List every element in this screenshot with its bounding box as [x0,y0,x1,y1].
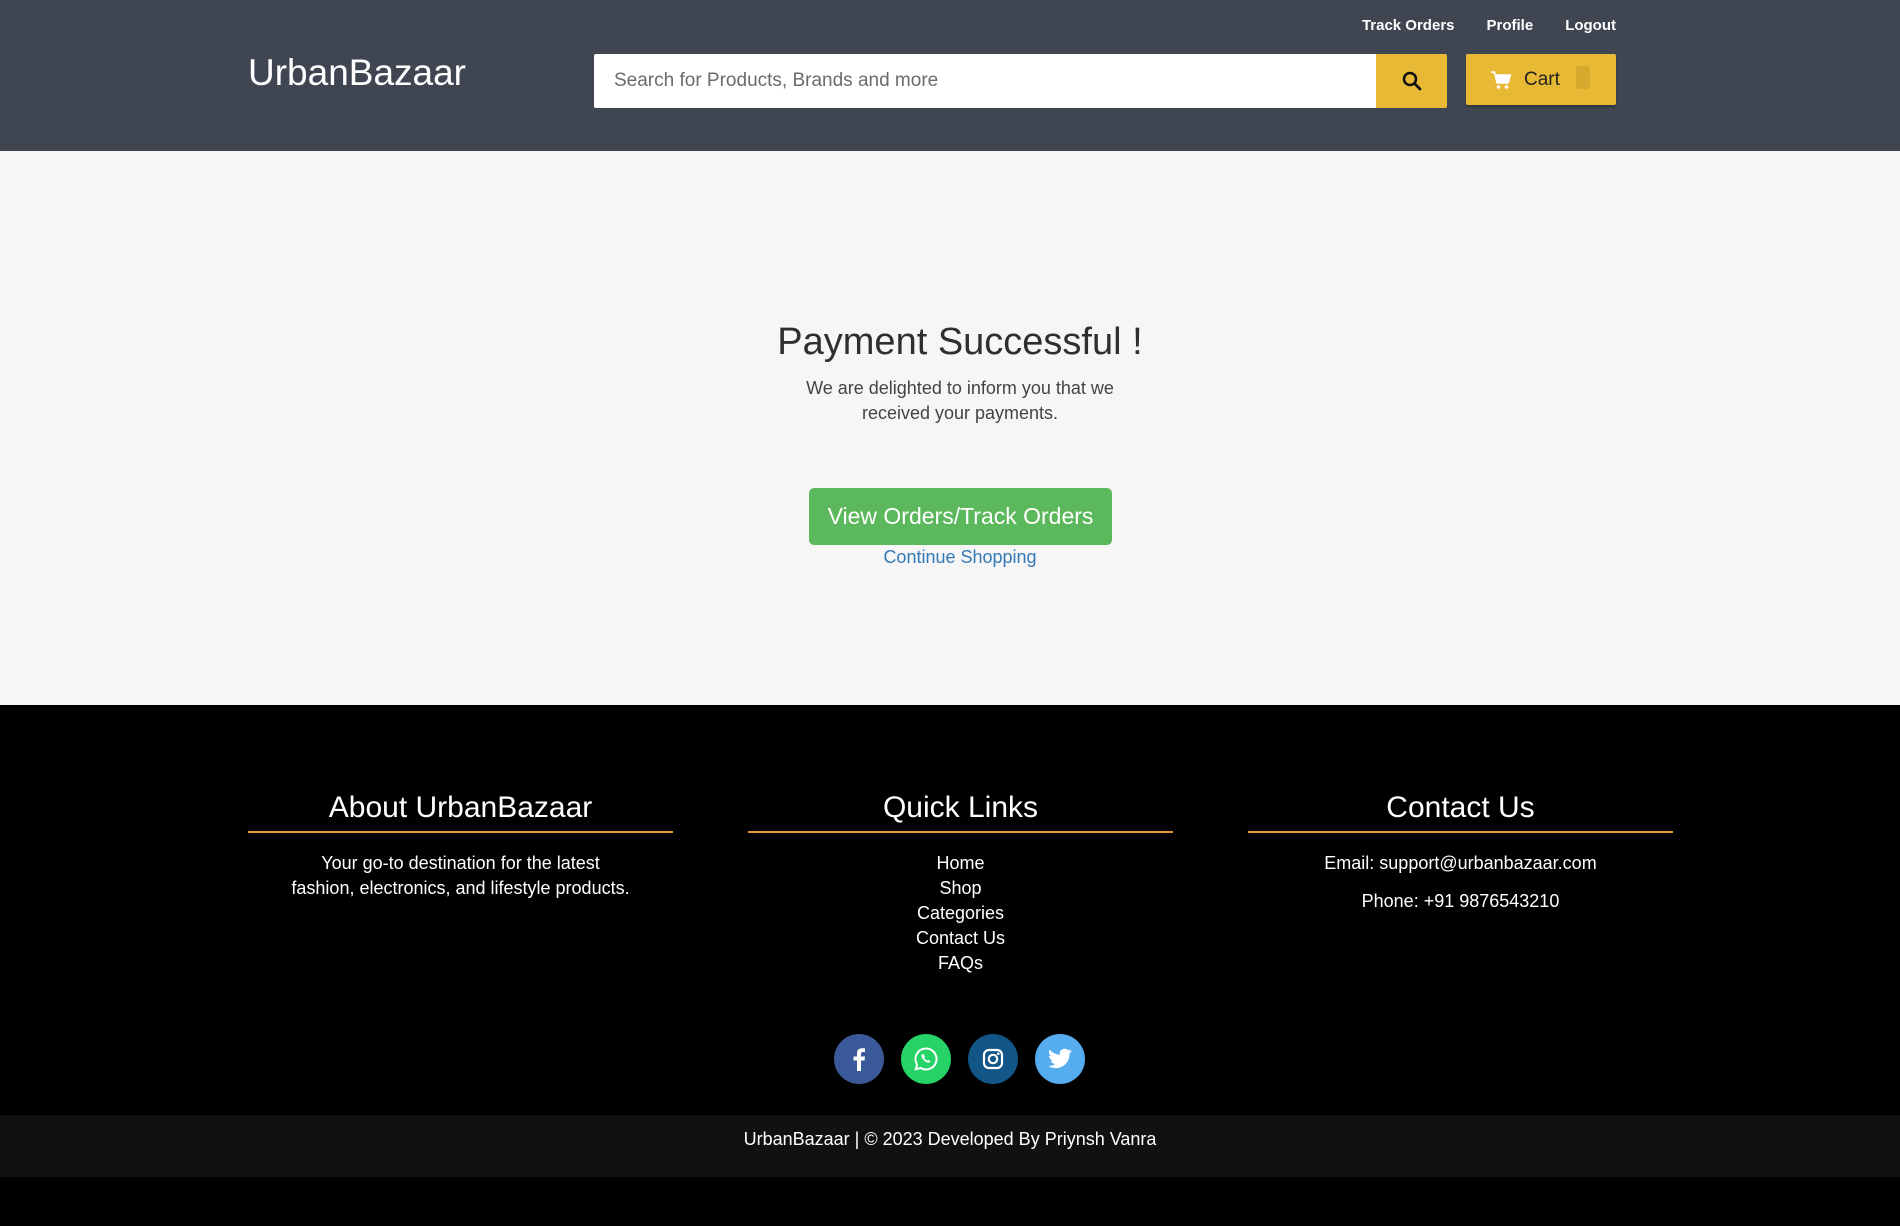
footer-link-categories[interactable]: Categories [917,903,1004,923]
search-button[interactable] [1376,54,1447,108]
list-item: FAQs [748,951,1173,976]
footer-about: About UrbanBazaar Your go-to destination… [248,791,673,901]
contact-email: Email: support@urbanbazaar.com [1324,853,1597,873]
search-input[interactable] [594,54,1376,108]
profile-link[interactable]: Profile [1487,17,1534,34]
footer-link-faqs[interactable]: FAQs [938,953,983,973]
success-message: We are delighted to inform you that we r… [806,378,1114,423]
footer-link-home[interactable]: Home [936,853,984,873]
about-heading: About UrbanBazaar [248,791,673,833]
facebook-button[interactable] [834,1034,884,1084]
cart-count-badge [1576,66,1590,89]
track-orders-link[interactable]: Track Orders [1362,17,1455,34]
cart-button[interactable]: Cart [1466,54,1616,105]
footer-quick-links: Quick Links Home Shop Categories Contact… [748,791,1173,976]
view-orders-button[interactable]: View Orders/Track Orders [809,488,1112,545]
social-links [834,1034,1085,1084]
copyright-bar: UrbanBazaar | © 2023 Developed By Priyns… [0,1115,1900,1177]
list-item: Categories [748,901,1173,926]
contact-phone: Phone: +91 9876543210 [1361,891,1560,911]
footer-link-shop[interactable]: Shop [939,878,981,898]
twitter-icon [1048,1048,1072,1069]
site-footer: About UrbanBazaar Your go-to destination… [0,705,1900,1115]
whatsapp-button[interactable] [901,1034,951,1084]
page-title: Payment Successful ! [777,321,1143,363]
contact-heading: Contact Us [1248,791,1673,833]
list-item: Home [748,851,1173,876]
instagram-icon [982,1048,1004,1070]
search-icon [1402,71,1421,91]
quick-links-heading: Quick Links [748,791,1173,833]
page-bottom-spacer [0,1177,1900,1226]
facebook-icon [853,1048,865,1071]
payment-success-section: Payment Successful ! We are delighted to… [0,151,1900,705]
cart-label: Cart [1524,68,1560,90]
footer-link-contact-us[interactable]: Contact Us [916,928,1005,948]
list-item: Contact Us [748,926,1173,951]
list-item: Shop [748,876,1173,901]
top-nav: Track Orders Profile Logout [1362,17,1616,34]
twitter-button[interactable] [1035,1034,1085,1084]
logout-link[interactable]: Logout [1565,17,1616,34]
brand-logo[interactable]: UrbanBazaar [248,52,466,94]
about-text: Your go-to destination for the latest fa… [291,853,630,898]
instagram-button[interactable] [968,1034,1018,1084]
footer-contact: Contact Us Email: support@urbanbazaar.co… [1248,791,1673,914]
cart-icon [1491,70,1512,89]
site-header: Track Orders Profile Logout UrbanBazaar … [0,0,1900,151]
whatsapp-icon [914,1047,938,1071]
continue-shopping-link[interactable]: Continue Shopping [0,547,1900,568]
